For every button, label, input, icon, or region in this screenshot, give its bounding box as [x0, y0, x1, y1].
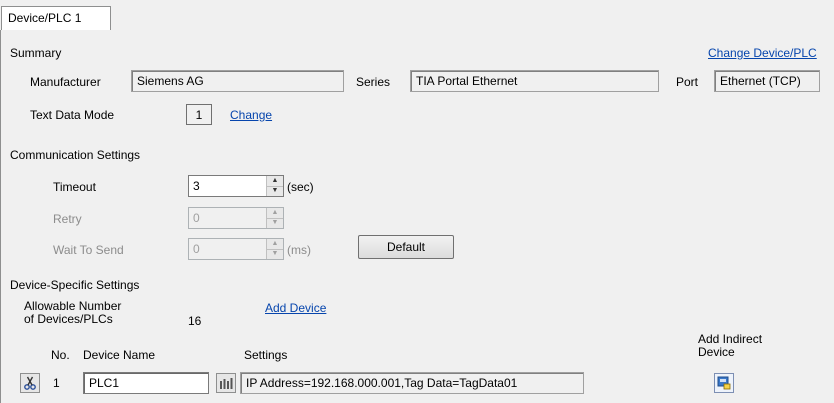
timeout-unit: (sec) [287, 180, 314, 194]
series-label: Series [356, 75, 391, 89]
column-add-indirect-header-2: Device [698, 345, 735, 359]
spin-down-icon[interactable]: ▼ [267, 186, 283, 196]
manufacturer-label: Manufacturer [30, 75, 101, 89]
retry-spinner[interactable]: 0 ▲ ▼ [188, 207, 284, 229]
add-indirect-device-icon[interactable] [714, 373, 734, 393]
allowable-number-label-2: of Devices/PLCs [24, 312, 113, 326]
manufacturer-field: Siemens AG [131, 70, 344, 92]
timeout-spinner[interactable]: 3 ▲ ▼ [188, 175, 284, 197]
wait-to-send-label: Wait To Send [53, 243, 124, 257]
retry-spin-buttons[interactable]: ▲ ▼ [266, 208, 283, 228]
default-button[interactable]: Default [358, 235, 454, 259]
text-data-mode-label: Text Data Mode [30, 108, 115, 122]
spin-down-icon[interactable]: ▼ [267, 218, 283, 228]
series-value: TIA Portal Ethernet [416, 74, 518, 88]
communication-settings-heading: Communication Settings [10, 148, 141, 162]
port-field: Ethernet (TCP) [714, 70, 820, 92]
wait-to-send-unit: (ms) [287, 243, 311, 257]
add-device-link[interactable]: Add Device [265, 301, 326, 315]
spin-down-icon[interactable]: ▼ [267, 249, 283, 259]
device-name-input[interactable]: PLC1 [83, 372, 209, 394]
allowable-number-value: 16 [188, 314, 202, 328]
tab-label: Device/PLC 1 [8, 11, 82, 25]
retry-label: Retry [53, 212, 82, 226]
column-settings-header: Settings [244, 348, 288, 362]
tab-device-plc-1[interactable]: Device/PLC 1 [1, 6, 111, 30]
port-value: Ethernet (TCP) [720, 74, 801, 88]
default-button-label: Default [386, 240, 426, 254]
device-name-value: PLC1 [89, 376, 120, 390]
port-label: Port [676, 75, 699, 89]
text-data-mode-change-link[interactable]: Change [230, 108, 272, 122]
device-settings-value: IP Address=192.168.000.001,Tag Data=TagD… [246, 376, 518, 390]
series-field: TIA Portal Ethernet [410, 70, 659, 92]
manufacturer-value: Siemens AG [137, 74, 204, 88]
device-settings-field: IP Address=192.168.000.001,Tag Data=TagD… [240, 372, 584, 394]
retry-value: 0 [193, 211, 200, 225]
timeout-label: Timeout [53, 180, 96, 194]
wait-to-send-spin-buttons[interactable]: ▲ ▼ [266, 239, 283, 259]
wait-to-send-value: 0 [193, 242, 200, 256]
wait-to-send-spinner[interactable]: 0 ▲ ▼ [188, 238, 284, 260]
column-device-name-header: Device Name [83, 348, 156, 362]
scissors-icon[interactable] [20, 373, 40, 393]
text-data-mode-value: 1 [195, 108, 203, 122]
device-specific-heading: Device-Specific Settings [10, 278, 140, 292]
text-data-mode-value-box: 1 [186, 104, 212, 125]
timeout-spin-buttons[interactable]: ▲ ▼ [266, 176, 283, 196]
tab-strip: Device/PLC 1 [0, 0, 834, 32]
settings-grid-icon[interactable] [216, 373, 236, 393]
timeout-value: 3 [193, 179, 200, 193]
column-no-header: No. [51, 348, 70, 362]
device-row-no: 1 [53, 376, 60, 390]
summary-heading: Summary [10, 46, 62, 60]
change-device-plc-link[interactable]: Change Device/PLC [708, 46, 817, 60]
